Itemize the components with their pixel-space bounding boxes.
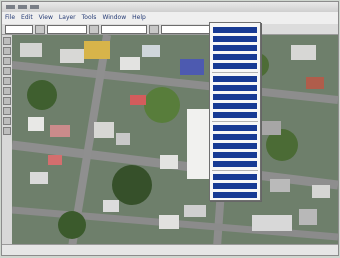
toolbar-field-4[interactable] xyxy=(161,24,211,34)
window-control-2[interactable] xyxy=(18,5,27,9)
tool-pan-icon[interactable] xyxy=(3,57,11,65)
aerial-map-canvas[interactable] xyxy=(12,35,338,247)
toolbar-button-1[interactable] xyxy=(35,24,45,34)
context-menu-item[interactable] xyxy=(213,63,257,69)
tool-edit-icon[interactable] xyxy=(3,87,11,95)
toolbar-field-1[interactable] xyxy=(5,24,33,34)
window-control-1[interactable] xyxy=(6,5,15,9)
tool-info-icon[interactable] xyxy=(3,97,11,105)
context-menu-item[interactable] xyxy=(213,134,257,140)
tool-select-area-icon[interactable] xyxy=(3,127,11,135)
context-menu-item[interactable] xyxy=(213,112,257,118)
context-menu-item[interactable] xyxy=(213,54,257,60)
toolbar-button-3[interactable] xyxy=(149,24,159,34)
toolbar-field-2[interactable] xyxy=(47,24,87,34)
context-menu-item[interactable] xyxy=(213,103,257,109)
context-menu-item[interactable] xyxy=(213,183,257,189)
context-menu-item[interactable] xyxy=(213,94,257,100)
tool-select-icon[interactable] xyxy=(3,37,11,45)
menu-window[interactable]: Window xyxy=(99,12,129,24)
status-bar xyxy=(2,244,338,255)
context-menu-item[interactable] xyxy=(213,27,257,33)
menu-layer[interactable]: Layer xyxy=(56,12,79,24)
aerial-map-image xyxy=(12,35,338,247)
context-menu-item[interactable] xyxy=(213,125,257,131)
context-menu-separator xyxy=(212,170,258,171)
menu-tools[interactable]: Tools xyxy=(79,12,100,24)
tool-draw-icon[interactable] xyxy=(3,77,11,85)
application-window: File Edit View Layer Tools Window Help xyxy=(1,1,339,256)
context-menu-separator xyxy=(212,72,258,73)
context-menu xyxy=(209,22,261,201)
context-menu-item[interactable] xyxy=(213,85,257,91)
toolbar xyxy=(2,24,338,35)
context-menu-item[interactable] xyxy=(213,143,257,149)
menu-help[interactable]: Help xyxy=(129,12,149,24)
toolbar-field-3[interactable] xyxy=(101,24,147,34)
context-menu-item[interactable] xyxy=(213,36,257,42)
window-control-3[interactable] xyxy=(30,5,39,9)
context-menu-separator xyxy=(212,121,258,122)
tool-layers-icon[interactable] xyxy=(3,107,11,115)
menu-file[interactable]: File xyxy=(2,12,18,24)
tool-text-icon[interactable] xyxy=(3,117,11,125)
menu-view[interactable]: View xyxy=(36,12,56,24)
tool-measure-icon[interactable] xyxy=(3,67,11,75)
tool-zoom-icon[interactable] xyxy=(3,47,11,55)
context-menu-item[interactable] xyxy=(213,161,257,167)
context-menu-item[interactable] xyxy=(213,76,257,82)
context-menu-item[interactable] xyxy=(213,45,257,51)
menu-edit[interactable]: Edit xyxy=(18,12,36,24)
context-menu-item[interactable] xyxy=(213,174,257,180)
toolbar-button-2[interactable] xyxy=(89,24,99,34)
context-menu-item[interactable] xyxy=(213,152,257,158)
window-controls xyxy=(6,5,39,9)
context-menu-item[interactable] xyxy=(213,192,257,198)
